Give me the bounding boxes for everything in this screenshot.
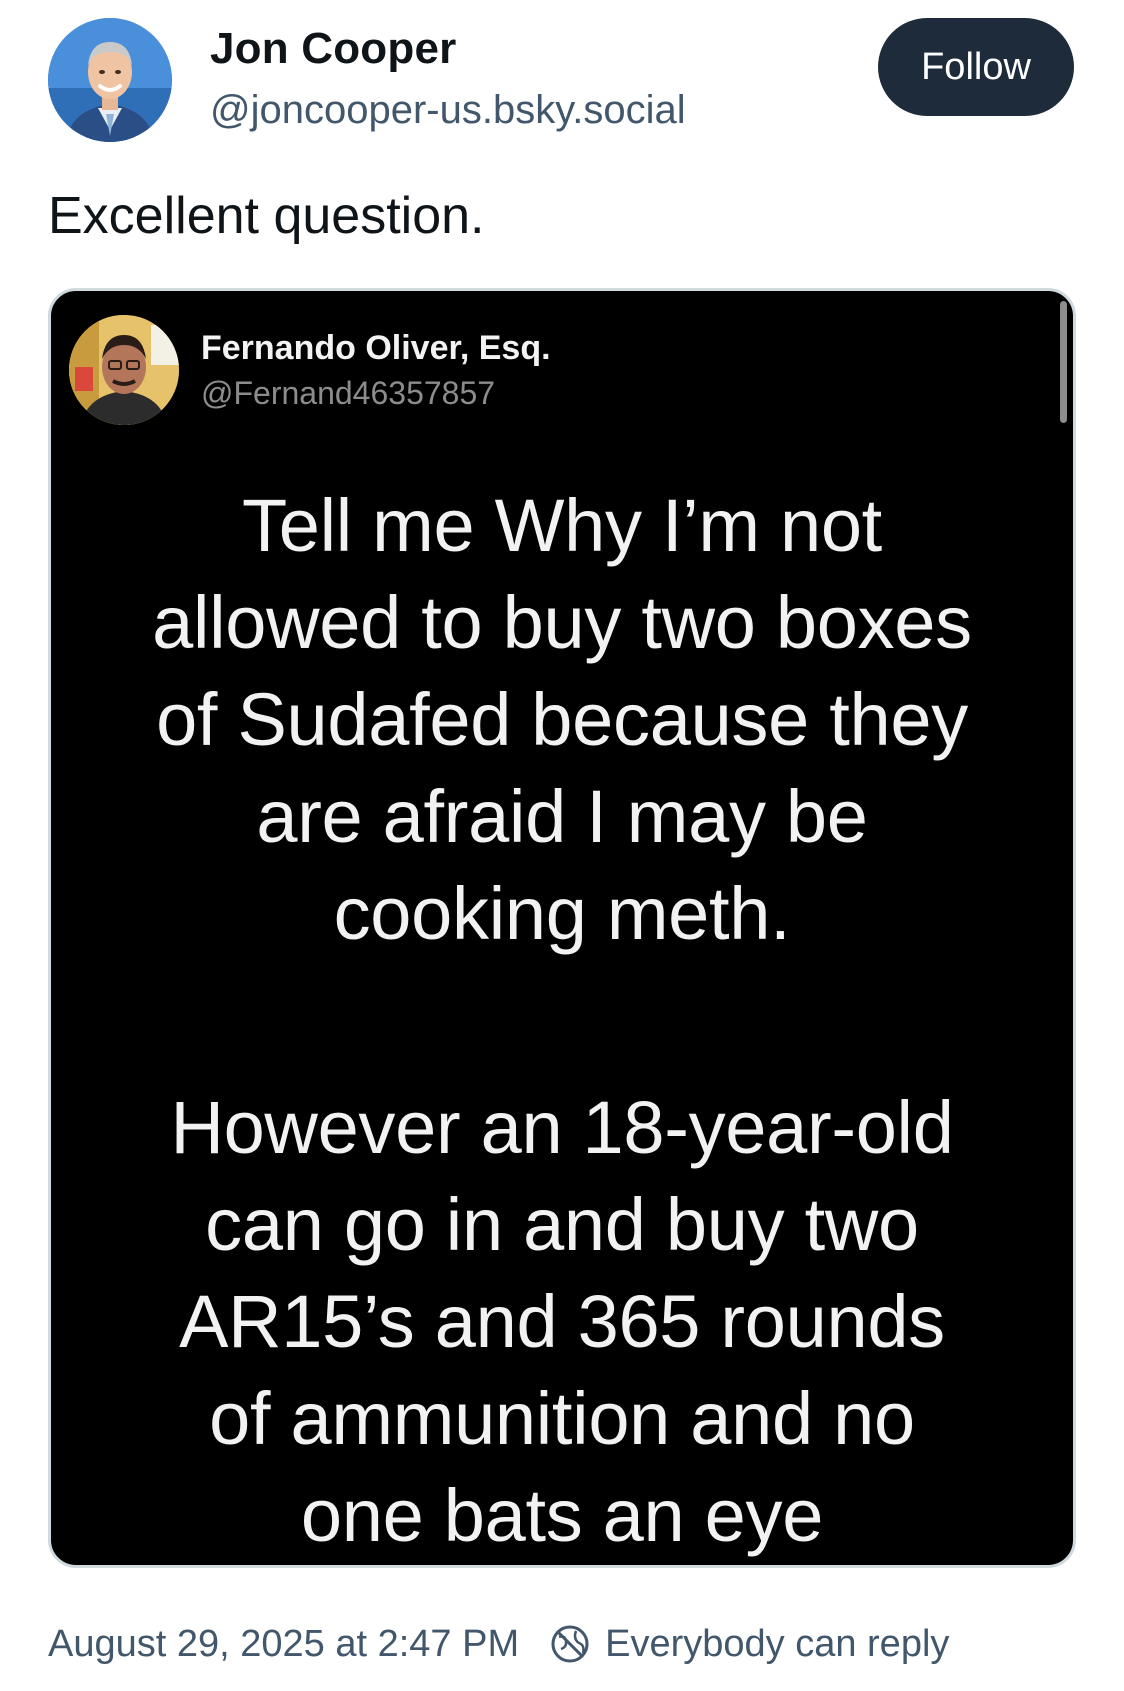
embed-author-avatar-image: [69, 315, 179, 425]
embed-author-avatar: [69, 315, 179, 425]
embed-author-name: Fernando Oliver, Esq.: [201, 329, 551, 367]
embed-text-line: one bats an eye: [300, 1474, 824, 1557]
embed-author-handle: @Fernand46357857: [201, 375, 496, 411]
embed-text-line: can go in and buy two: [205, 1183, 919, 1266]
embed-scrollbar: [1060, 301, 1067, 423]
embed-text-line: allowed to buy two boxes: [152, 581, 972, 664]
embedded-image[interactable]: Fernando Oliver, Esq. @Fernand46357857 T…: [48, 288, 1076, 1568]
embed-text-line: are afraid I may be: [256, 775, 868, 858]
author-handle[interactable]: @joncooper-us.bsky.social: [210, 88, 686, 133]
author-avatar-image: [48, 18, 172, 142]
reply-setting-label: Everybody can reply: [605, 1622, 950, 1665]
author-name[interactable]: Jon Cooper: [210, 24, 456, 74]
embed-text-line: AR15’s and 365 rounds: [179, 1280, 945, 1363]
embed-text-line: of ammunition and no: [209, 1377, 915, 1460]
embed-text-line: cooking meth.: [333, 872, 791, 955]
embed-paragraph: However an 18-year-old can go in and buy…: [71, 1079, 1053, 1564]
embed-text-line: Tell me Why I’m not: [242, 484, 882, 567]
embed-paragraph: Tell me Why I’m not allowed to buy two b…: [71, 477, 1053, 962]
embed-text-line: However an 18-year-old: [170, 1086, 954, 1169]
author-avatar[interactable]: [48, 18, 172, 142]
follow-button[interactable]: Follow: [878, 18, 1074, 116]
embed-text-line: of Sudafed because they: [156, 678, 968, 761]
post-text: Excellent question.: [48, 187, 485, 245]
globe-crossed-icon: [551, 1625, 589, 1663]
post-timestamp[interactable]: August 29, 2025 at 2:47 PM: [48, 1623, 519, 1666]
post-footer: August 29, 2025 at 2:47 PM Everybody can…: [48, 1614, 949, 1674]
